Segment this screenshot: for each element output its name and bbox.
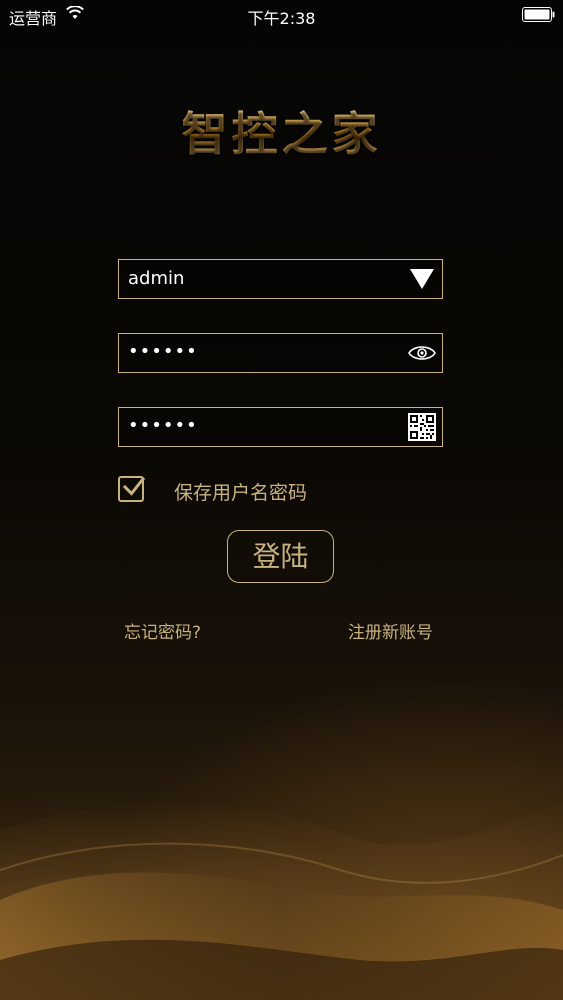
save-credentials-label: 保存用户名密码 — [174, 482, 308, 504]
dropdown-triangle-icon[interactable] — [409, 267, 435, 291]
status-time: 下午2:38 — [247, 9, 316, 28]
register-account-link[interactable]: 注册新账号 — [348, 618, 433, 643]
battery-icon — [522, 7, 555, 22]
password-field[interactable]: •••••• — [118, 333, 443, 373]
save-credentials-checkbox[interactable] — [118, 476, 146, 502]
status-bar: 运营商 下午2:38 — [0, 0, 563, 30]
username-field[interactable]: admin — [118, 259, 443, 299]
login-screen: 运营商 下午2:38 智控之家 admin •••••• •••••• 保存用户… — [0, 0, 563, 1000]
eye-icon[interactable] — [408, 344, 436, 362]
background-wave-decoration — [0, 800, 563, 1000]
login-button[interactable]: 登陆 — [227, 530, 334, 583]
forgot-password-link[interactable]: 忘记密码? — [124, 618, 201, 643]
password-value: •••••• — [128, 341, 198, 362]
username-value: admin — [128, 268, 185, 289]
check-icon — [122, 476, 146, 496]
app-title: 智控之家 — [0, 98, 563, 164]
qr-code-icon[interactable] — [408, 413, 436, 441]
save-credentials-row[interactable]: 保存用户名密码 — [118, 474, 448, 506]
verification-field[interactable]: •••••• — [118, 407, 443, 447]
verification-value: •••••• — [128, 415, 198, 436]
